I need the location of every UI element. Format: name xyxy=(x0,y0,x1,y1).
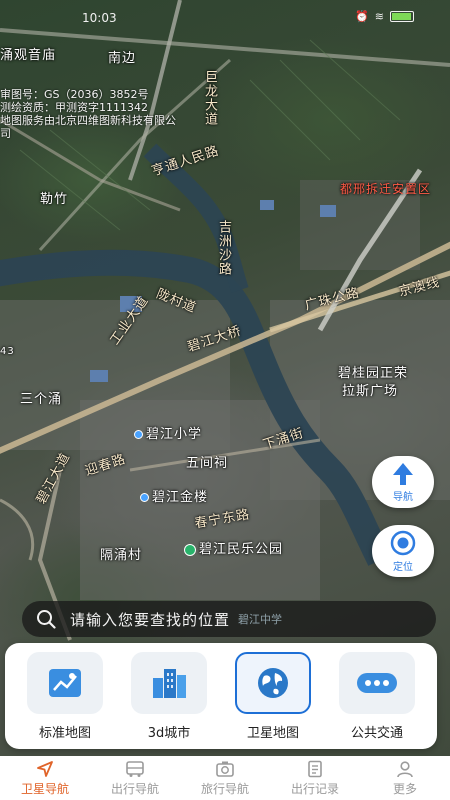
status-time: 10:03 xyxy=(82,11,117,25)
map-type-label: 公共交通 xyxy=(350,725,403,741)
map-label: 隔涌村 xyxy=(100,548,143,563)
city-3d-icon xyxy=(153,668,186,698)
battery-icon xyxy=(390,11,414,22)
map-type-label: 卫星地图 xyxy=(246,725,299,741)
satellite-globe-icon xyxy=(258,667,288,698)
map-type-transit[interactable]: 公共交通 xyxy=(334,651,420,741)
building-pin-icon xyxy=(140,493,149,502)
road-label: 巨龙大道 xyxy=(202,70,217,126)
status-icons: ⏰ ≋ xyxy=(355,10,414,23)
tab-label: 旅行导航 xyxy=(200,781,249,796)
map-label: 涌观音庙 xyxy=(0,48,57,63)
map-label: 南边 xyxy=(108,51,137,66)
road-shield: 43 xyxy=(0,346,15,357)
map-type-tile[interactable] xyxy=(339,651,415,714)
camera-icon xyxy=(216,761,234,777)
map-type-label: 标准地图 xyxy=(38,725,91,741)
license-line: 测绘资质：甲测资字1111342 xyxy=(0,101,148,114)
map-label: 五间祠 xyxy=(186,456,229,471)
poi-label[interactable]: 碧江民乐公园 xyxy=(184,538,283,557)
map-type-3d-city[interactable]: 3d城市 xyxy=(126,651,212,741)
park-pin-icon xyxy=(184,543,196,556)
search-bar[interactable]: 请输入您要查找的位置 碧江中学 xyxy=(22,601,436,637)
search-ghost-label: 碧江中学 xyxy=(238,613,283,626)
navigate-arrow-icon xyxy=(37,760,53,777)
user-icon xyxy=(397,760,413,777)
road-label: 吉洲沙路 xyxy=(216,220,231,276)
tab-satellite-nav[interactable]: 卫星导航 xyxy=(0,756,90,800)
tab-travel-nav[interactable]: 出行导航 xyxy=(90,756,180,800)
navigate-button[interactable]: 导航 xyxy=(372,456,434,508)
alarm-icon: ⏰ xyxy=(355,10,369,23)
status-bar: 10:03 ⏰ ≋ xyxy=(0,0,450,30)
search-input[interactable]: 请输入您要查找的位置 xyxy=(70,609,230,630)
poi-name: 碧江民乐公园 xyxy=(199,542,284,557)
map-type-tile[interactable] xyxy=(27,651,103,714)
tab-label: 出行导航 xyxy=(110,781,159,796)
standard-map-icon xyxy=(49,668,81,697)
poi-name: 碧江小学 xyxy=(146,427,203,442)
license-line: 司 xyxy=(0,127,11,140)
map-type-satellite[interactable]: 卫星地图 xyxy=(230,651,316,741)
bottom-tab-bar: 卫星导航 出行导航 旅行导航 出行记录 更多 xyxy=(0,756,450,800)
license-line: 审图号：GS（2036）3852号 xyxy=(0,88,149,101)
map-label: 三个涌 xyxy=(20,392,63,407)
map-type-tile[interactable] xyxy=(131,651,207,714)
map-type-label: 3d城市 xyxy=(147,725,191,741)
locate-target-icon xyxy=(390,530,416,555)
tab-label: 出行记录 xyxy=(290,781,339,796)
license-line: 地图服务由北京四维图新科技有限公 xyxy=(0,114,176,127)
wifi-icon: ≋ xyxy=(374,10,384,23)
tab-records[interactable]: 出行记录 xyxy=(270,756,360,800)
map-type-panel: 标准地图 3d城市 卫星地图 公共交通 xyxy=(5,643,437,749)
navigate-arrow-icon xyxy=(393,462,413,485)
bus-icon xyxy=(126,760,144,777)
poi-name: 碧江金楼 xyxy=(152,490,209,505)
tab-more[interactable]: 更多 xyxy=(360,756,450,800)
bus-transit-icon xyxy=(357,672,397,693)
map-type-tile[interactable] xyxy=(235,651,311,714)
map-label: 碧桂园正荣 xyxy=(338,366,409,381)
school-pin-icon xyxy=(134,430,143,439)
map-label: 都邢拆迁安置区 xyxy=(340,182,432,196)
locate-label: 定位 xyxy=(393,561,413,573)
app-screen: 10:03 ⏰ ≋ 审图号：GS（2036）3852号 测绘资质：甲测资字111… xyxy=(0,0,450,800)
search-icon xyxy=(37,610,56,629)
poi-label[interactable]: 碧江小学 xyxy=(134,423,202,442)
navigate-label: 导航 xyxy=(393,491,413,503)
map-license-text: 审图号：GS（2036）3852号 测绘资质：甲测资字1111342 地图服务由… xyxy=(0,88,230,140)
map-label: 拉斯广场 xyxy=(342,384,399,399)
notebook-icon xyxy=(308,760,322,777)
tab-trip-nav[interactable]: 旅行导航 xyxy=(180,756,270,800)
tab-label: 卫星导航 xyxy=(20,781,69,796)
map-type-standard[interactable]: 标准地图 xyxy=(22,651,108,741)
locate-button[interactable]: 定位 xyxy=(372,525,434,577)
map-label: 勒竹 xyxy=(40,192,69,207)
tab-label: 更多 xyxy=(392,781,417,796)
poi-label[interactable]: 碧江金楼 xyxy=(140,486,208,505)
